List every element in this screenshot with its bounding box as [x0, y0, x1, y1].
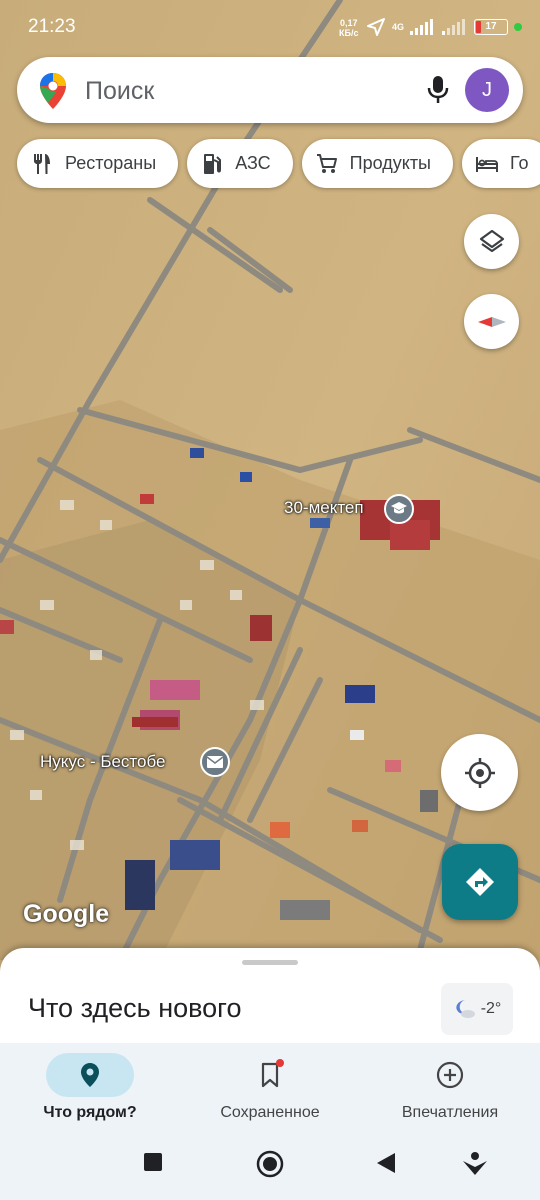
- network-speed: 0,17 КБ/с: [339, 18, 358, 38]
- navigation-arrow-icon: [367, 18, 385, 36]
- battery-level: 17: [485, 21, 497, 32]
- chip-hotels[interactable]: Го: [462, 139, 540, 188]
- nav-contribute[interactable]: Впечатления: [360, 1053, 540, 1122]
- notification-dot: [276, 1059, 284, 1067]
- search-input[interactable]: Поиск: [85, 77, 154, 106]
- crosshair-icon: [464, 757, 495, 788]
- explore-sheet[interactable]: Что здесь нового -2°: [0, 948, 540, 1048]
- chip-label: АЗС: [235, 153, 271, 173]
- directions-button[interactable]: [442, 844, 518, 920]
- sheet-title: Что здесь нового: [28, 993, 242, 1023]
- add-circle-icon: [436, 1061, 464, 1089]
- restaurant-icon: [31, 153, 53, 175]
- battery-icon: 17: [474, 19, 509, 35]
- mail-icon: [206, 756, 224, 768]
- category-chips: Рестораны АЗС Продукты Го: [17, 139, 540, 189]
- cart-icon: [316, 153, 338, 175]
- chip-gas-stations[interactable]: АЗС: [187, 139, 293, 188]
- status-icons: 4G 17: [366, 17, 523, 37]
- status-time: 21:23: [28, 16, 76, 37]
- sheet-drag-handle[interactable]: [242, 960, 298, 965]
- recents-icon[interactable]: [143, 1152, 163, 1172]
- moon-cloud-icon: [456, 1000, 475, 1018]
- google-attribution: Google: [23, 900, 110, 928]
- signal-secondary-icon: [442, 19, 466, 35]
- nav-saved-pill: [226, 1053, 314, 1097]
- nav-label: Что рядом?: [43, 1104, 137, 1121]
- system-navigation-bar: [0, 1128, 540, 1200]
- layers-button[interactable]: [464, 214, 519, 269]
- nav-label: Сохраненное: [220, 1104, 320, 1121]
- assistant-icon[interactable]: [462, 1151, 488, 1177]
- nav-contribute-pill: [406, 1053, 494, 1097]
- nav-explore[interactable]: Что рядом?: [0, 1053, 180, 1122]
- compass-button[interactable]: [464, 294, 519, 349]
- network-speed-value: 0,17: [339, 18, 358, 28]
- google-maps-logo-icon: [40, 73, 66, 109]
- mic-icon[interactable]: [425, 75, 451, 105]
- weather-chip[interactable]: -2°: [441, 983, 513, 1035]
- network-type-label: 4G: [392, 22, 405, 32]
- chip-groceries[interactable]: Продукты: [301, 139, 453, 188]
- post-office-pin-icon[interactable]: [200, 747, 230, 777]
- graduation-cap-icon: [391, 502, 407, 514]
- map-label-post-office[interactable]: Нукус - Бестобе: [40, 752, 165, 772]
- compass-icon: [477, 316, 506, 327]
- battery-fill: [476, 21, 482, 33]
- network-speed-unit: КБ/с: [339, 28, 359, 38]
- chip-label: Го: [510, 153, 529, 173]
- nav-label: Впечатления: [401, 1104, 499, 1121]
- directions-icon: [466, 868, 494, 896]
- hotel-icon: [476, 153, 498, 175]
- signal-icon: [410, 19, 434, 35]
- nav-saved[interactable]: Сохраненное: [180, 1053, 360, 1122]
- my-location-button[interactable]: [441, 734, 518, 811]
- active-indicator-dot: [514, 23, 523, 31]
- search-bar[interactable]: Поиск J: [17, 57, 523, 123]
- school-pin-icon[interactable]: [384, 494, 414, 524]
- weather-temp: -2°: [480, 1000, 502, 1017]
- status-bar: 21:23 0,17 КБ/с 4G 17: [0, 0, 540, 56]
- map-label-school[interactable]: 30-мектеп: [284, 498, 364, 518]
- chip-label: Продукты: [349, 153, 431, 173]
- chip-label: Рестораны: [65, 153, 157, 173]
- account-avatar[interactable]: J: [465, 68, 509, 112]
- gas-station-icon: [201, 153, 223, 175]
- location-pin-icon: [81, 1063, 99, 1087]
- nav-explore-pill: [46, 1053, 134, 1097]
- home-icon[interactable]: [256, 1150, 284, 1178]
- layers-icon: [479, 229, 504, 252]
- chip-restaurants[interactable]: Рестораны: [17, 139, 179, 188]
- back-icon[interactable]: [376, 1152, 396, 1174]
- bottom-navigation: Что рядом? Сохраненное Впечатления: [0, 1043, 540, 1128]
